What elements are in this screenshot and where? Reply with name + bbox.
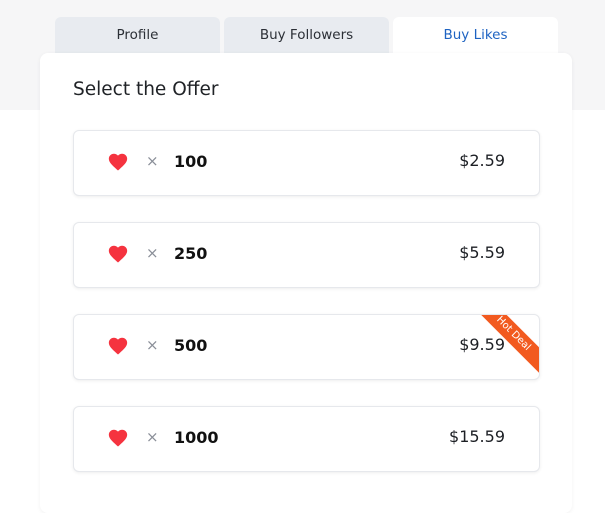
offer-card: Select the Offer × 100 $2.59 × 250 $5.59… — [40, 53, 572, 513]
offer-quantity: 1000 — [174, 428, 219, 447]
heart-icon — [108, 245, 128, 263]
tab-buy-likes[interactable]: Buy Likes — [393, 17, 558, 53]
offer-option-500[interactable]: × 500 $9.59 Hot Deal — [73, 314, 540, 380]
offer-quantity: 500 — [174, 336, 208, 355]
multiply-sign: × — [146, 244, 159, 262]
multiply-sign: × — [146, 336, 159, 354]
heart-icon — [108, 337, 128, 355]
heart-icon — [108, 153, 128, 171]
tab-profile[interactable]: Profile — [55, 17, 220, 53]
section-title: Select the Offer — [73, 79, 219, 100]
offer-option-100[interactable]: × 100 $2.59 — [73, 130, 540, 196]
heart-icon — [108, 429, 128, 447]
offer-quantity: 100 — [174, 152, 208, 171]
offer-price: $2.59 — [459, 151, 505, 170]
offer-price: $9.59 — [459, 335, 505, 354]
offer-price: $15.59 — [449, 427, 505, 446]
tab-buy-followers[interactable]: Buy Followers — [224, 17, 389, 53]
multiply-sign: × — [146, 428, 159, 446]
offer-price: $5.59 — [459, 243, 505, 262]
tab-bar: Profile Buy Followers Buy Likes — [55, 17, 558, 53]
offer-option-1000[interactable]: × 1000 $15.59 — [73, 406, 540, 472]
offer-quantity: 250 — [174, 244, 208, 263]
multiply-sign: × — [146, 152, 159, 170]
offer-option-250[interactable]: × 250 $5.59 — [73, 222, 540, 288]
